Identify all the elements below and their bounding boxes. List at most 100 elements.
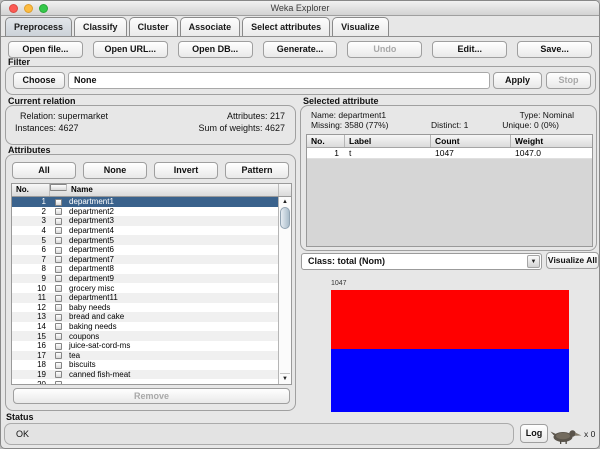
log-button[interactable]: Log — [520, 424, 548, 443]
attribute-row[interactable]: 12 baby needs — [12, 302, 278, 313]
status-message: OK — [16, 429, 30, 439]
attribute-number: 19 — [37, 369, 46, 379]
tab-visualize[interactable]: Visualize — [332, 17, 389, 36]
attribute-checkbox[interactable] — [55, 352, 62, 360]
attribute-checkbox[interactable] — [55, 227, 62, 235]
dropdown-arrow-icon[interactable]: ▼ — [527, 255, 540, 268]
column-header-name[interactable]: Name — [67, 184, 278, 196]
tab-associate[interactable]: Associate — [179, 17, 241, 36]
attribute-number: 16 — [37, 341, 46, 351]
generate-button[interactable]: Generate... — [262, 41, 338, 58]
tab-classify[interactable]: Classify — [74, 17, 127, 36]
attribute-row[interactable]: 17 tea — [12, 350, 278, 361]
attribute-row[interactable]: 3 department3 — [12, 216, 278, 226]
scrollbar-thumb[interactable] — [280, 207, 290, 229]
column-header-no[interactable]: No. — [307, 135, 345, 147]
column-header-checkbox[interactable] — [50, 184, 67, 191]
label-count-row[interactable]: 1 t 1047 1047.0 — [307, 148, 592, 159]
attribute-checkbox[interactable] — [55, 294, 62, 302]
attribute-number: 4 — [41, 226, 46, 236]
stop-button[interactable]: Stop — [546, 72, 591, 89]
log-counter: x 0 — [584, 429, 596, 439]
column-header-count[interactable]: Count — [431, 135, 511, 147]
open-file-button[interactable]: Open file... — [8, 41, 83, 58]
tab-preprocess[interactable]: Preprocess — [5, 17, 73, 36]
attribute-checkbox[interactable] — [55, 198, 62, 206]
select-pattern-button[interactable]: Pattern — [225, 162, 289, 179]
tab-cluster[interactable]: Cluster — [128, 17, 178, 36]
edit-button[interactable]: Edit... — [432, 41, 508, 58]
attribute-row[interactable]: 16 juice-sat-cord-ms — [12, 340, 278, 351]
scroll-down-icon[interactable]: ▼ — [279, 375, 291, 383]
attribute-checkbox[interactable] — [55, 380, 62, 384]
attribute-number: 14 — [37, 322, 46, 332]
attribute-number: 8 — [41, 264, 46, 274]
attribute-row[interactable]: 20 — [12, 379, 278, 384]
attribute-row[interactable]: 13 bread and cake — [12, 312, 278, 322]
select-none-button[interactable]: None — [83, 162, 147, 179]
column-header-weight[interactable]: Weight — [511, 135, 592, 147]
column-header-label[interactable]: Label — [345, 135, 431, 147]
minimize-icon[interactable] — [24, 4, 33, 13]
attribute-checkbox[interactable] — [55, 285, 62, 293]
attribute-checkbox[interactable] — [55, 313, 62, 321]
open-url-button[interactable]: Open URL... — [92, 41, 168, 58]
attribute-row[interactable]: 1 department1 — [12, 197, 278, 207]
attribute-name: grocery misc — [69, 283, 115, 293]
attribute-row[interactable]: 4 department4 — [12, 225, 278, 236]
attribute-row[interactable]: 5 department5 — [12, 235, 278, 245]
attribute-row[interactable]: 8 department8 — [12, 264, 278, 274]
class-selector-dropdown[interactable]: Class: total (Nom) ▼ — [301, 253, 542, 270]
attribute-checkbox[interactable] — [55, 237, 62, 245]
filter-group: Choose None Apply Stop — [5, 66, 596, 95]
attribute-select-buttons: All None Invert Pattern — [12, 162, 289, 179]
attribute-number: 18 — [37, 360, 46, 370]
save-button[interactable]: Save... — [517, 41, 593, 58]
column-header-spacer — [278, 184, 291, 196]
attribute-name: department4 — [69, 226, 114, 236]
remove-button[interactable]: Remove — [13, 388, 290, 404]
bar-count-label: 1047 — [331, 280, 347, 287]
attributes-scrollbar[interactable]: ▲ ▼ — [278, 197, 291, 384]
attribute-row[interactable]: 19 canned fish-meat — [12, 369, 278, 380]
attribute-row[interactable]: 6 department6 — [12, 244, 278, 255]
tab-select-attributes[interactable]: Select attributes — [242, 17, 331, 36]
attribute-number: 7 — [41, 254, 46, 264]
weka-explorer-window: Weka Explorer Preprocess Classify Cluster A… — [0, 0, 600, 449]
attribute-row[interactable]: 18 biscuits — [12, 360, 278, 370]
attribute-checkbox[interactable] — [55, 208, 62, 216]
open-db-button[interactable]: Open DB... — [177, 41, 253, 58]
scroll-up-icon[interactable]: ▲ — [279, 198, 291, 206]
close-icon[interactable] — [9, 4, 18, 13]
attribute-checkbox[interactable] — [55, 342, 62, 350]
select-invert-button[interactable]: Invert — [154, 162, 218, 179]
column-header-no[interactable]: No. — [12, 184, 50, 196]
attribute-row[interactable]: 7 department7 — [12, 254, 278, 265]
attribute-checkbox[interactable] — [55, 361, 62, 369]
attribute-checkbox[interactable] — [55, 275, 62, 283]
stat-name: Name: department1 — [311, 110, 387, 120]
attribute-checkbox[interactable] — [55, 217, 62, 225]
attribute-row[interactable]: 9 department9 — [12, 273, 278, 284]
apply-button[interactable]: Apply — [493, 72, 542, 89]
maximize-icon[interactable] — [39, 4, 48, 13]
attribute-checkbox[interactable] — [55, 265, 62, 273]
attribute-checkbox[interactable] — [55, 333, 62, 340]
filter-value-field[interactable]: None — [68, 72, 490, 89]
attribute-checkbox[interactable] — [55, 371, 62, 379]
attribute-name: biscuits — [69, 360, 96, 370]
attribute-row[interactable]: 15 coupons — [12, 331, 278, 341]
attribute-checkbox[interactable] — [55, 323, 62, 331]
undo-button[interactable]: Undo — [347, 41, 423, 58]
status-title: Status — [6, 412, 34, 422]
attribute-row[interactable]: 14 baking needs — [12, 321, 278, 332]
attribute-checkbox[interactable] — [55, 304, 62, 312]
attribute-row[interactable]: 10 grocery misc — [12, 283, 278, 293]
visualize-all-button[interactable]: Visualize All — [546, 252, 599, 269]
select-all-button[interactable]: All — [12, 162, 76, 179]
attribute-row[interactable]: 11 department11 — [12, 292, 278, 303]
attribute-row[interactable]: 2 department2 — [12, 206, 278, 217]
choose-button[interactable]: Choose — [13, 72, 65, 89]
attribute-checkbox[interactable] — [55, 256, 62, 264]
attribute-checkbox[interactable] — [55, 246, 62, 254]
